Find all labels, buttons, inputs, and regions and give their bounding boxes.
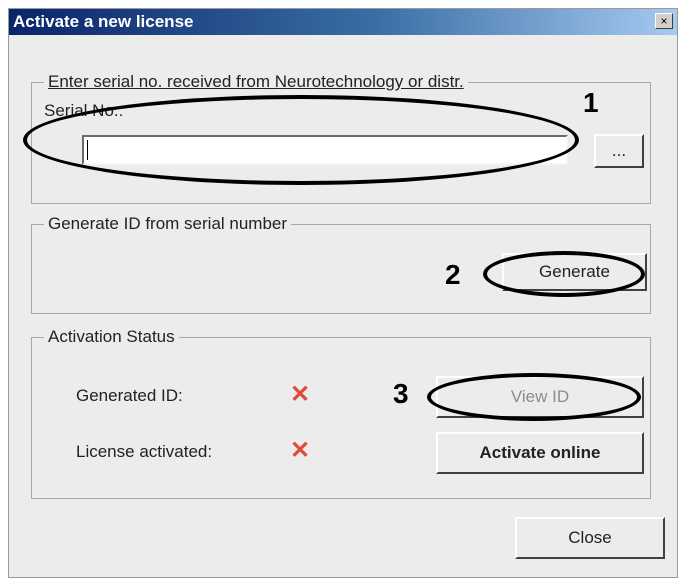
generate-group-legend: Generate ID from serial number [44, 214, 292, 234]
step-number-3: 3 [393, 378, 409, 409]
generated-id-status-icon: ✕ [290, 381, 311, 408]
step-number-2: 2 [445, 259, 461, 290]
activate-online-button[interactable]: Activate online [436, 432, 644, 474]
browse-button[interactable]: ... [594, 134, 644, 168]
step-number-1: 1 [583, 87, 599, 118]
close-icon[interactable]: × [655, 13, 673, 29]
generated-id-label: Generated ID: [76, 386, 183, 405]
highlight-ellipse-serial [23, 95, 579, 185]
title-bar: Activate a new license × [9, 9, 677, 35]
activate-license-dialog: Activate a new license × Enter serial no… [8, 8, 678, 578]
dialog-title: Activate a new license [13, 12, 194, 31]
highlight-ellipse-generate [483, 251, 645, 297]
activation-status-legend: Activation Status [44, 327, 179, 347]
license-activated-status-icon: ✕ [290, 437, 311, 464]
highlight-ellipse-view-id [427, 373, 641, 421]
close-button[interactable]: Close [515, 517, 665, 559]
serial-group-legend: Enter serial no. received from Neurotech… [44, 72, 468, 92]
license-activated-label: License activated: [76, 442, 213, 461]
